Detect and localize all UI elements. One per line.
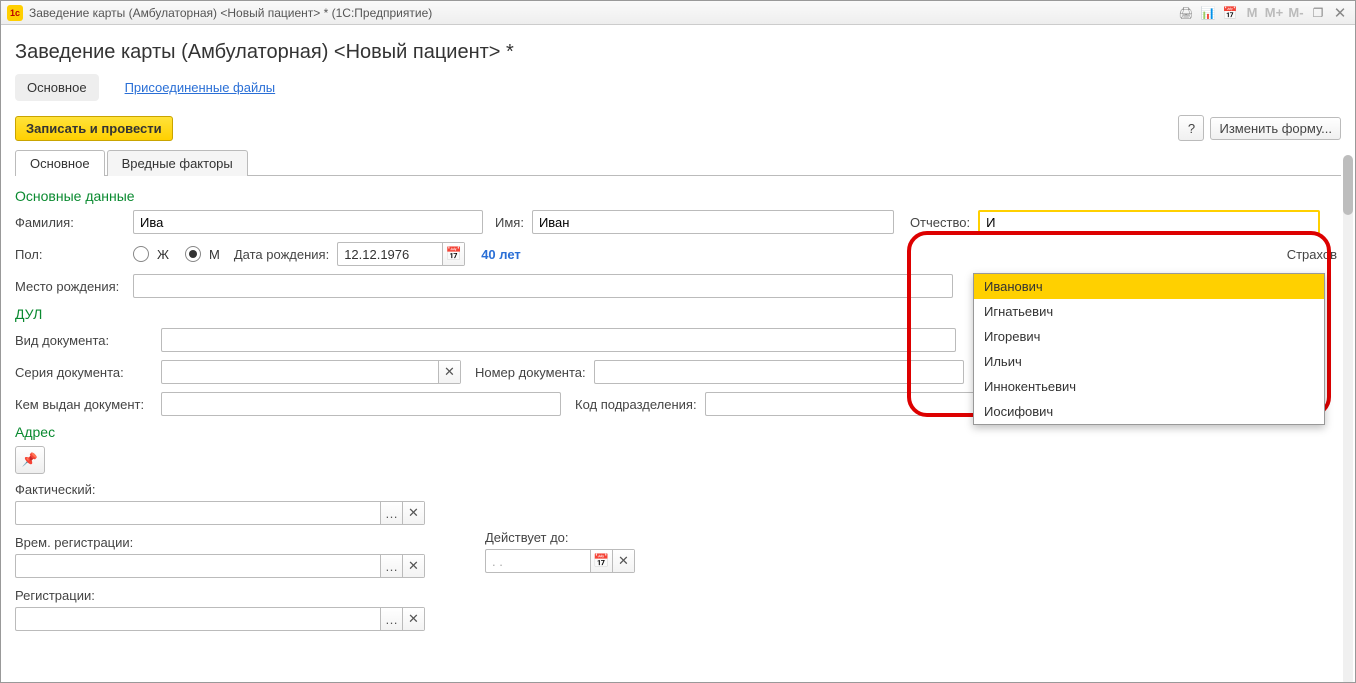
col-valid: Действует до: . . 📅 ✕ (485, 482, 635, 631)
radio-female[interactable] (133, 246, 149, 262)
label-name: Имя: (495, 215, 524, 230)
app-logo-icon: 1c (7, 5, 23, 21)
window-title: Заведение карты (Амбулаторная) <Новый па… (29, 6, 1177, 20)
label-patronymic: Отчество: (910, 215, 970, 230)
toolbar: Записать и провести ? Изменить форму... (15, 115, 1341, 141)
clear-icon[interactable]: ✕ (438, 361, 460, 383)
ellipsis-icon[interactable]: … (380, 555, 402, 577)
birthplace-input[interactable] (133, 274, 953, 298)
dropdown-option[interactable]: Иосифович (974, 399, 1324, 424)
app-window: 1c Заведение карты (Амбулаторная) <Новый… (0, 0, 1356, 683)
label-addr-actual: Фактический: (15, 482, 455, 497)
dob-field[interactable]: 12.12.1976 📅 (337, 242, 465, 266)
label-addr-temp: Врем. регистрации: (15, 535, 455, 550)
address-columns: Фактический: … ✕ Врем. регистрации: … ✕ … (15, 482, 1341, 631)
tab-harmful[interactable]: Вредные факторы (107, 150, 248, 176)
patronymic-dropdown[interactable]: ИвановичИгнатьевичИгоревичИльичИннокенть… (973, 273, 1325, 425)
label-insurance: Страхов (1287, 247, 1337, 262)
age-text: 40 лет (481, 247, 521, 262)
addr-temp-field[interactable]: … ✕ (15, 554, 425, 578)
ellipsis-icon[interactable]: … (380, 608, 402, 630)
close-icon[interactable]: ✕ (1331, 5, 1349, 21)
valid-until-placeholder: . . (492, 554, 503, 569)
dob-value: 12.12.1976 (344, 247, 409, 262)
label-addr-reg: Регистрации: (15, 588, 455, 603)
docseries-input[interactable] (162, 361, 438, 383)
radio-male[interactable] (185, 246, 201, 262)
label-dob: Дата рождения: (234, 247, 329, 262)
page-title: Заведение карты (Амбулаторная) <Новый па… (15, 41, 1341, 64)
clear-icon[interactable]: ✕ (612, 550, 634, 572)
ellipsis-icon[interactable]: … (380, 502, 402, 524)
patronymic-input[interactable] (978, 210, 1320, 234)
memory-m-button[interactable]: M (1243, 5, 1261, 21)
row-pin: 📌 (15, 446, 1341, 474)
print-icon[interactable]: 🖨 (1177, 5, 1195, 21)
label-surname: Фамилия: (15, 215, 127, 230)
docissuer-input[interactable] (161, 392, 561, 416)
restore-icon[interactable]: ❐ (1309, 5, 1327, 21)
clear-icon[interactable]: ✕ (402, 608, 424, 630)
name-input[interactable] (532, 210, 894, 234)
addr-reg-field[interactable]: … ✕ (15, 607, 425, 631)
doctype-input[interactable] (161, 328, 956, 352)
section-basic: Основные данные (15, 188, 1341, 204)
label-docseries: Серия документа: (15, 365, 155, 380)
label-deptcode: Код подразделения: (575, 397, 697, 412)
surname-input[interactable] (133, 210, 483, 234)
label-sex: Пол: (15, 247, 127, 262)
calendar-picker-icon[interactable]: 📅 (442, 243, 464, 265)
dropdown-option[interactable]: Иннокентьевич (974, 374, 1324, 399)
label-sex-f: Ж (157, 247, 169, 262)
pin-button[interactable]: 📌 (15, 446, 45, 474)
vertical-scrollbar[interactable] (1343, 155, 1353, 682)
dropdown-option[interactable]: Игнатьевич (974, 299, 1324, 324)
clear-icon[interactable]: ✕ (402, 555, 424, 577)
memory-mminus-button[interactable]: M- (1287, 5, 1305, 21)
scrollbar-thumb[interactable] (1343, 155, 1353, 215)
col-actual: Фактический: … ✕ Врем. регистрации: … ✕ … (15, 482, 455, 631)
change-form-button[interactable]: Изменить форму... (1210, 117, 1341, 140)
save-and-post-button[interactable]: Записать и провести (15, 116, 173, 141)
dropdown-option[interactable]: Игоревич (974, 324, 1324, 349)
titlebar: 1c Заведение карты (Амбулаторная) <Новый… (1, 1, 1355, 25)
nav-tab-main[interactable]: Основное (15, 74, 99, 101)
content-area: Заведение карты (Амбулаторная) <Новый па… (1, 25, 1355, 682)
inner-tabs: Основное Вредные факторы (15, 149, 1341, 176)
label-valid-until: Действует до: (485, 530, 635, 545)
help-button[interactable]: ? (1178, 115, 1204, 141)
docseries-field[interactable]: ✕ (161, 360, 461, 384)
valid-until-field[interactable]: . . 📅 ✕ (485, 549, 635, 573)
calculator-icon[interactable]: 📊 (1199, 5, 1217, 21)
calendar-picker-icon[interactable]: 📅 (590, 550, 612, 572)
row-sex-dob: Пол: Ж М Дата рождения: 12.12.1976 📅 40 … (15, 242, 1341, 266)
label-birthplace: Место рождения: (15, 279, 127, 294)
clear-icon[interactable]: ✕ (402, 502, 424, 524)
docnumber-input[interactable] (594, 360, 964, 384)
tab-main[interactable]: Основное (15, 150, 105, 176)
label-doctype: Вид документа: (15, 333, 155, 348)
memory-mplus-button[interactable]: M+ (1265, 5, 1283, 21)
calendar-icon[interactable]: 📅 (1221, 5, 1239, 21)
dropdown-option[interactable]: Иванович (974, 274, 1324, 299)
nav-tab-files[interactable]: Присоединенные файлы (113, 74, 288, 101)
dropdown-option[interactable]: Ильич (974, 349, 1324, 374)
label-sex-m: М (209, 247, 220, 262)
row-names: Фамилия: Имя: Отчество: (15, 210, 1341, 234)
label-docissuer: Кем выдан документ: (15, 397, 155, 412)
section-address: Адрес (15, 424, 1341, 440)
nav-tabs: Основное Присоединенные файлы (15, 74, 1341, 101)
addr-actual-field[interactable]: … ✕ (15, 501, 425, 525)
label-docnumber: Номер документа: (475, 365, 586, 380)
